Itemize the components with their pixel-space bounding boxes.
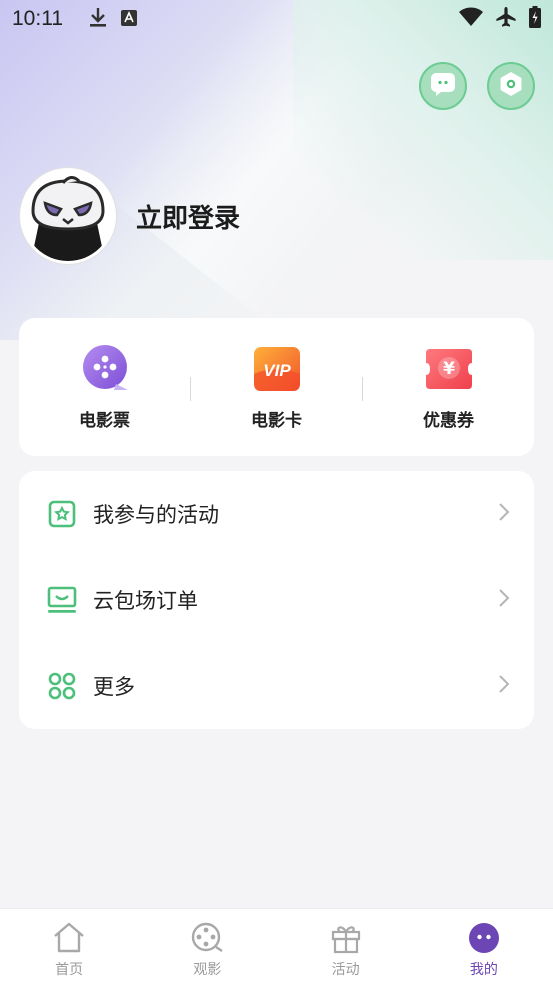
nav-label: 观影 [193,962,222,978]
chevron-right-icon [498,588,510,612]
download-icon [89,6,107,33]
chat-bubble-icon [430,71,456,101]
quick-link-label: 电影票 [79,410,130,431]
activity-icon [47,499,77,529]
vip-card-icon: VIP [252,344,302,394]
coupon-icon: ¥ [424,344,474,394]
battery-charging-icon [529,5,541,33]
settings-icon [497,70,525,102]
nav-label: 活动 [331,962,360,978]
nav-mine[interactable]: 我的 [415,909,553,984]
film-reel-icon [190,921,224,955]
profile-face-icon [467,921,501,955]
quick-links-card: 电影票 VIP 电影卡 ¥ 优惠券 [19,318,534,456]
avatar[interactable] [20,168,116,264]
nav-label: 我的 [469,962,498,978]
top-actions [419,62,535,110]
menu-item-label: 更多 [93,675,135,699]
quick-link-coupon[interactable]: ¥ 优惠券 [363,344,534,431]
quick-link-label: 电影卡 [251,410,302,431]
nav-home[interactable]: 首页 [0,909,138,984]
gift-icon [329,921,363,955]
yen-text: ¥ [443,359,455,379]
wifi-icon [459,7,483,32]
message-button[interactable] [419,62,467,110]
movie-ticket-icon [80,344,130,394]
font-icon [121,7,137,31]
chevron-right-icon [498,674,510,698]
quick-link-movie-card[interactable]: VIP 电影卡 [191,344,362,431]
settings-button[interactable] [487,62,535,110]
menu-item-more[interactable]: 更多 [19,643,534,729]
nav-activities[interactable]: 活动 [277,909,415,984]
quick-link-label: 优惠券 [423,410,474,431]
cinema-order-icon [47,585,77,615]
vip-text: VIP [263,361,291,380]
airplane-icon [495,6,517,33]
nav-movies[interactable]: 观影 [138,909,276,984]
nav-label: 首页 [55,962,84,978]
chevron-right-icon [498,502,510,526]
login-link[interactable]: 立即登录 [136,198,240,235]
bottom-nav: 首页 观影 活动 我的 [0,908,553,984]
quick-link-movie-ticket[interactable]: 电影票 [19,344,190,431]
menu-item-cinema-orders[interactable]: 云包场订单 [19,557,534,643]
menu-item-label: 云包场订单 [93,589,198,613]
menu-item-label: 我参与的活动 [93,503,219,527]
status-time: 10:11 [12,7,63,30]
status-bar: 10:11 [0,0,553,38]
profile-header[interactable]: 立即登录 [20,168,240,264]
home-icon [52,921,86,955]
menu-item-my-activities[interactable]: 我参与的活动 [19,471,534,557]
menu-list-card: 我参与的活动 云包场订单 更多 [19,471,534,729]
more-grid-icon [47,671,77,701]
